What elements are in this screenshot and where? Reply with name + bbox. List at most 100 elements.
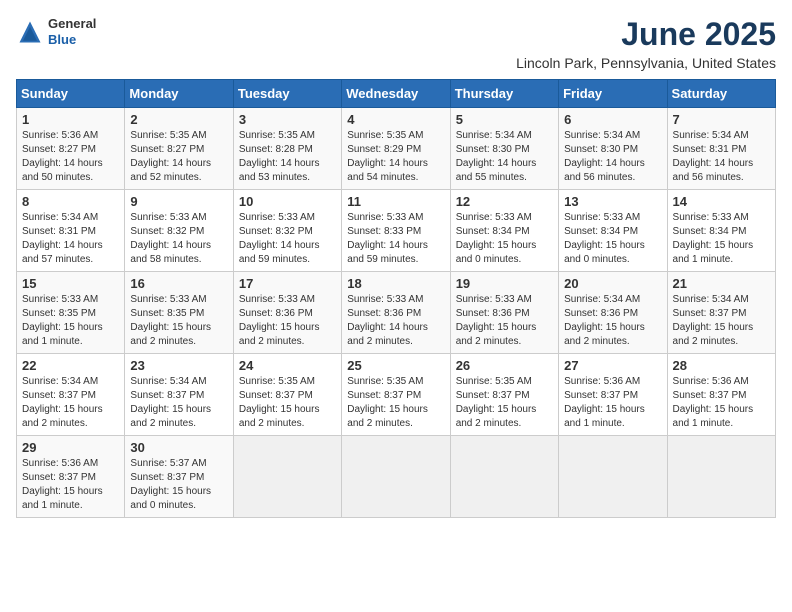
day-number: 19 [456, 276, 553, 291]
calendar-row-3: 15 Sunrise: 5:33 AM Sunset: 8:35 PM Dayli… [17, 272, 776, 354]
day-number: 16 [130, 276, 227, 291]
calendar-cell: 5 Sunrise: 5:34 AM Sunset: 8:30 PM Daylig… [450, 108, 558, 190]
day-number: 21 [673, 276, 770, 291]
day-info: Sunrise: 5:34 AM Sunset: 8:37 PM Dayligh… [22, 375, 119, 431]
calendar-cell: 7 Sunrise: 5:34 AM Sunset: 8:31 PM Daylig… [667, 108, 775, 190]
calendar-cell: 9 Sunrise: 5:33 AM Sunset: 8:32 PM Daylig… [125, 190, 233, 272]
calendar-cell: 14 Sunrise: 5:33 AM Sunset: 8:34 PM Dayli… [667, 190, 775, 272]
calendar-header-saturday: Saturday [667, 80, 775, 108]
calendar-cell: 24 Sunrise: 5:35 AM Sunset: 8:37 PM Dayli… [233, 354, 341, 436]
day-info: Sunrise: 5:37 AM Sunset: 8:37 PM Dayligh… [130, 457, 227, 513]
day-number: 28 [673, 358, 770, 373]
day-number: 11 [347, 194, 444, 209]
day-info: Sunrise: 5:34 AM Sunset: 8:36 PM Dayligh… [564, 293, 661, 349]
calendar-cell: 13 Sunrise: 5:33 AM Sunset: 8:34 PM Dayli… [559, 190, 667, 272]
calendar-cell: 23 Sunrise: 5:34 AM Sunset: 8:37 PM Dayli… [125, 354, 233, 436]
calendar-cell: 22 Sunrise: 5:34 AM Sunset: 8:37 PM Dayli… [17, 354, 125, 436]
calendar-cell: 11 Sunrise: 5:33 AM Sunset: 8:33 PM Dayli… [342, 190, 450, 272]
day-number: 24 [239, 358, 336, 373]
calendar-cell [559, 436, 667, 518]
day-number: 7 [673, 112, 770, 127]
day-info: Sunrise: 5:35 AM Sunset: 8:37 PM Dayligh… [456, 375, 553, 431]
day-info: Sunrise: 5:35 AM Sunset: 8:37 PM Dayligh… [239, 375, 336, 431]
day-info: Sunrise: 5:34 AM Sunset: 8:30 PM Dayligh… [456, 129, 553, 185]
calendar-header-monday: Monday [125, 80, 233, 108]
calendar-row-2: 8Sunrise: 5:34 AM Sunset: 8:31 PM Daylig… [17, 190, 776, 272]
calendar-cell: 29 Sunrise: 5:36 AM Sunset: 8:37 PM Dayli… [17, 436, 125, 518]
title-block: June 2025 Lincoln Park, Pennsylvania, Un… [516, 16, 776, 71]
day-number: 29 [22, 440, 119, 455]
day-number: 12 [456, 194, 553, 209]
calendar-row-4: 22 Sunrise: 5:34 AM Sunset: 8:37 PM Dayli… [17, 354, 776, 436]
logo: General Blue [16, 16, 96, 47]
day-number: 26 [456, 358, 553, 373]
day-number: 1 [22, 112, 119, 127]
calendar-body: 1Sunrise: 5:36 AM Sunset: 8:27 PM Daylig… [17, 108, 776, 518]
calendar-cell: 12 Sunrise: 5:33 AM Sunset: 8:34 PM Dayli… [450, 190, 558, 272]
month-year-title: June 2025 [516, 16, 776, 53]
day-number: 2 [130, 112, 227, 127]
day-info: Sunrise: 5:33 AM Sunset: 8:36 PM Dayligh… [347, 293, 444, 349]
calendar-cell: 3Sunrise: 5:35 AM Sunset: 8:28 PM Daylig… [233, 108, 341, 190]
day-info: Sunrise: 5:33 AM Sunset: 8:35 PM Dayligh… [22, 293, 119, 349]
calendar-cell: 26 Sunrise: 5:35 AM Sunset: 8:37 PM Dayli… [450, 354, 558, 436]
day-number: 23 [130, 358, 227, 373]
logo-blue: Blue [48, 32, 96, 48]
calendar-cell: 8Sunrise: 5:34 AM Sunset: 8:31 PM Daylig… [17, 190, 125, 272]
day-info: Sunrise: 5:36 AM Sunset: 8:37 PM Dayligh… [564, 375, 661, 431]
day-info: Sunrise: 5:34 AM Sunset: 8:30 PM Dayligh… [564, 129, 661, 185]
calendar-header-wednesday: Wednesday [342, 80, 450, 108]
calendar-cell: 20 Sunrise: 5:34 AM Sunset: 8:36 PM Dayli… [559, 272, 667, 354]
header: General Blue June 2025 Lincoln Park, Pen… [16, 16, 776, 71]
day-number: 18 [347, 276, 444, 291]
day-info: Sunrise: 5:34 AM Sunset: 8:37 PM Dayligh… [673, 293, 770, 349]
calendar-cell: 27Sunrise: 5:36 AM Sunset: 8:37 PM Dayli… [559, 354, 667, 436]
day-number: 13 [564, 194, 661, 209]
day-info: Sunrise: 5:33 AM Sunset: 8:34 PM Dayligh… [673, 211, 770, 267]
day-info: Sunrise: 5:34 AM Sunset: 8:31 PM Dayligh… [22, 211, 119, 267]
day-number: 3 [239, 112, 336, 127]
day-info: Sunrise: 5:36 AM Sunset: 8:37 PM Dayligh… [673, 375, 770, 431]
day-number: 9 [130, 194, 227, 209]
day-info: Sunrise: 5:35 AM Sunset: 8:37 PM Dayligh… [347, 375, 444, 431]
day-info: Sunrise: 5:33 AM Sunset: 8:34 PM Dayligh… [564, 211, 661, 267]
calendar-header-friday: Friday [559, 80, 667, 108]
day-number: 10 [239, 194, 336, 209]
day-info: Sunrise: 5:33 AM Sunset: 8:33 PM Dayligh… [347, 211, 444, 267]
day-number: 22 [22, 358, 119, 373]
calendar-header-sunday: Sunday [17, 80, 125, 108]
calendar-cell: 30 Sunrise: 5:37 AM Sunset: 8:37 PM Dayli… [125, 436, 233, 518]
calendar-cell: 18 Sunrise: 5:33 AM Sunset: 8:36 PM Dayli… [342, 272, 450, 354]
calendar-cell [233, 436, 341, 518]
day-number: 6 [564, 112, 661, 127]
day-number: 30 [130, 440, 227, 455]
day-number: 17 [239, 276, 336, 291]
day-info: Sunrise: 5:33 AM Sunset: 8:32 PM Dayligh… [130, 211, 227, 267]
day-info: Sunrise: 5:36 AM Sunset: 8:37 PM Dayligh… [22, 457, 119, 513]
day-info: Sunrise: 5:33 AM Sunset: 8:34 PM Dayligh… [456, 211, 553, 267]
day-number: 14 [673, 194, 770, 209]
day-number: 4 [347, 112, 444, 127]
calendar-cell: 16Sunrise: 5:33 AM Sunset: 8:35 PM Dayli… [125, 272, 233, 354]
location-subtitle: Lincoln Park, Pennsylvania, United State… [516, 55, 776, 71]
day-info: Sunrise: 5:33 AM Sunset: 8:32 PM Dayligh… [239, 211, 336, 267]
calendar-cell: 15 Sunrise: 5:33 AM Sunset: 8:35 PM Dayli… [17, 272, 125, 354]
calendar-header-thursday: Thursday [450, 80, 558, 108]
day-info: Sunrise: 5:35 AM Sunset: 8:27 PM Dayligh… [130, 129, 227, 185]
logo-icon [16, 18, 44, 46]
logo-general: General [48, 16, 96, 32]
day-info: Sunrise: 5:34 AM Sunset: 8:37 PM Dayligh… [130, 375, 227, 431]
calendar-row-1: 1Sunrise: 5:36 AM Sunset: 8:27 PM Daylig… [17, 108, 776, 190]
calendar-cell [342, 436, 450, 518]
day-info: Sunrise: 5:34 AM Sunset: 8:31 PM Dayligh… [673, 129, 770, 185]
day-info: Sunrise: 5:35 AM Sunset: 8:29 PM Dayligh… [347, 129, 444, 185]
day-number: 25 [347, 358, 444, 373]
day-number: 15 [22, 276, 119, 291]
calendar-cell: 2 Sunrise: 5:35 AM Sunset: 8:27 PM Daylig… [125, 108, 233, 190]
day-number: 20 [564, 276, 661, 291]
calendar-row-5: 29 Sunrise: 5:36 AM Sunset: 8:37 PM Dayli… [17, 436, 776, 518]
calendar-cell [667, 436, 775, 518]
calendar-header-tuesday: Tuesday [233, 80, 341, 108]
day-number: 5 [456, 112, 553, 127]
calendar-cell: 1Sunrise: 5:36 AM Sunset: 8:27 PM Daylig… [17, 108, 125, 190]
